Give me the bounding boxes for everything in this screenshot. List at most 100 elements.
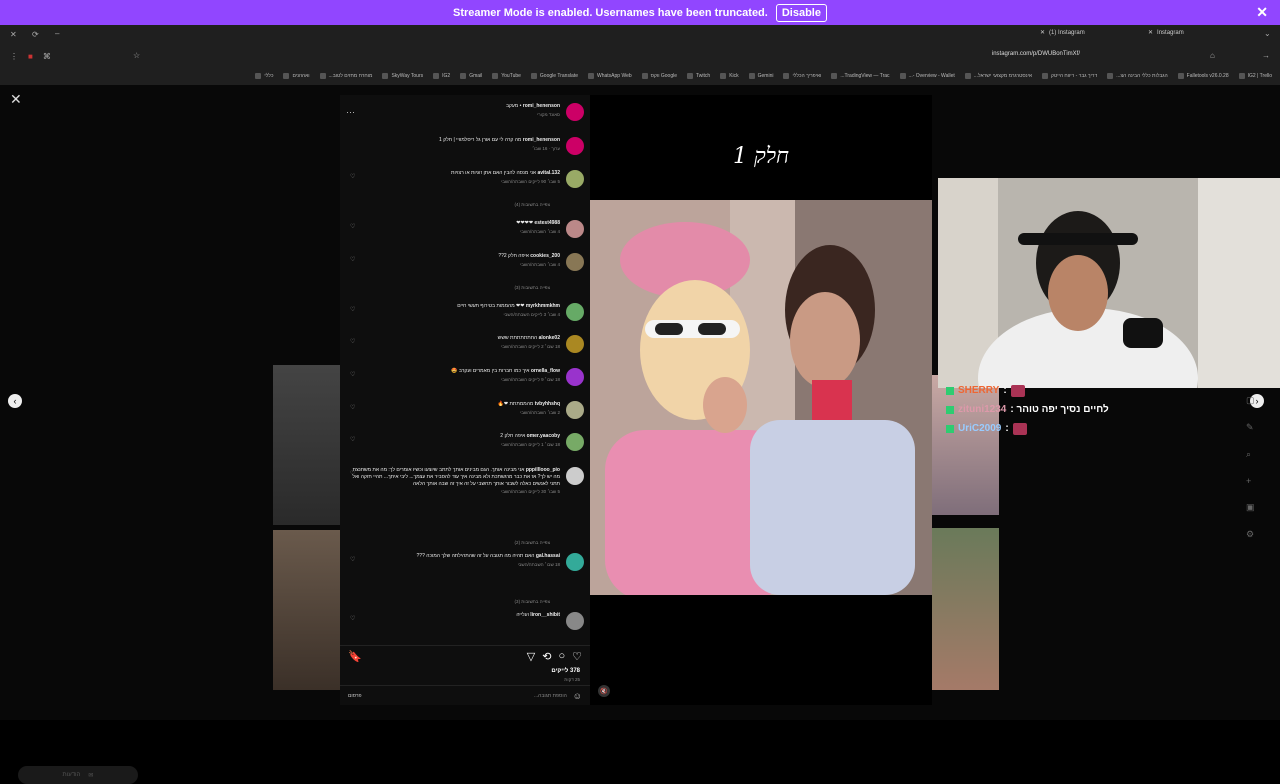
avatar[interactable]: [566, 335, 584, 353]
bookmark-item[interactable]: Gemini: [748, 73, 773, 79]
avatar[interactable]: [566, 368, 584, 386]
comment-username[interactable]: pppilllooo_pio: [526, 467, 560, 473]
comment-meta[interactable]: 18 שבו׳ 1 לייקים השבתה/השבי: [346, 442, 560, 448]
comment-meta[interactable]: 4 שבו׳ השבתה/השבי: [346, 229, 560, 235]
comment-username[interactable]: tvbyhhshq: [535, 401, 560, 407]
comment-username[interactable]: romi_henenson: [523, 137, 560, 143]
bookmark-item[interactable]: ואיפריך הכללי: [783, 73, 821, 79]
comment-meta[interactable]: 18 שבו׳ 9 לייקים השבתה/השבי: [346, 377, 560, 383]
bookmark-item[interactable]: Falletools v26.0.28: [1177, 73, 1229, 79]
reload-icon[interactable]: ⟳: [32, 30, 39, 39]
bookmark-item[interactable]: SkyWay Tours: [382, 73, 423, 79]
camera-icon[interactable]: ▣: [1246, 502, 1255, 513]
comment-username[interactable]: cookies_200: [530, 253, 560, 259]
comment-username[interactable]: omer.yaacoby: [527, 433, 560, 439]
bookmark-item[interactable]: IG2: [433, 73, 450, 79]
heart-icon[interactable]: ♡: [350, 556, 355, 563]
settings-icon[interactable]: ⚙: [1246, 529, 1255, 540]
heart-icon[interactable]: ♡: [350, 615, 355, 622]
bookmark-item[interactable]: Overview - Wallet -...: [899, 73, 955, 79]
back-icon[interactable]: →: [1262, 51, 1270, 60]
comment-username[interactable]: estest4988: [534, 220, 560, 226]
video-frame[interactable]: [590, 200, 932, 595]
bookmark-item[interactable]: אינסטרגרמ מקצועי ישראל...: [964, 73, 1032, 79]
avatar[interactable]: [566, 612, 584, 630]
search-icon[interactable]: ⌕: [1246, 449, 1255, 460]
comment-meta[interactable]: 18 שבו׳ 2 לייקים השבתה/השבי: [346, 344, 560, 350]
tab-close-icon[interactable]: ✕: [1040, 29, 1045, 36]
avatar[interactable]: [566, 170, 584, 188]
bookmark-item[interactable]: ואהוזנים: [283, 73, 310, 79]
avatar[interactable]: [566, 253, 584, 271]
tab-instagram-1[interactable]: ✕ (1) Instagram: [1040, 29, 1085, 37]
close-window-icon[interactable]: ✕: [10, 30, 17, 39]
bookmark-item[interactable]: WhatsApp Web: [588, 73, 632, 79]
likes-count[interactable]: 378 לייקים: [551, 668, 580, 674]
heart-icon[interactable]: ♡: [350, 338, 355, 345]
url-text[interactable]: instagram.com/p/DWUBonTimXf/: [992, 51, 1080, 57]
bookmark-item[interactable]: הגבלות כללי הבינה הצ...: [1107, 73, 1168, 79]
avatar[interactable]: [566, 137, 584, 155]
previous-post-button[interactable]: ‹: [8, 394, 22, 408]
tab-instagram-2[interactable]: ✕ Instagram: [1148, 29, 1184, 37]
comment-meta[interactable]: 4 שבו׳ השבתה/השבי: [346, 262, 560, 268]
avatar[interactable]: [566, 553, 584, 571]
chat-username[interactable]: SHERRY: [958, 385, 999, 396]
bookmark-item[interactable]: IG2 | Trello: [1238, 73, 1272, 79]
disable-streamer-mode-button[interactable]: Disable: [775, 3, 827, 22]
comment-username[interactable]: alonke02: [539, 335, 560, 341]
emoji-icon[interactable]: ☺: [573, 691, 582, 701]
puzzle-icon[interactable]: ⌘: [43, 52, 51, 61]
bookmark-item[interactable]: TradingView — Trac...: [831, 73, 890, 79]
messages-chip[interactable]: הודעות ✉: [18, 766, 138, 784]
tab-close-icon[interactable]: ✕: [1148, 29, 1153, 36]
comment-username[interactable]: gal.hassai: [536, 553, 560, 559]
add-icon[interactable]: +: [1246, 476, 1255, 486]
bookmark-item[interactable]: Google ווקס: [641, 73, 677, 79]
comment-username[interactable]: myrkhmmkhm: [526, 303, 560, 309]
home-icon[interactable]: ⌂: [1210, 51, 1215, 60]
view-replies-link[interactable]: צפייה בתשובות (3): [515, 285, 550, 290]
chat-username[interactable]: UriC2009: [958, 423, 1001, 434]
post-media[interactable]: חלק 1 🔇: [590, 95, 932, 705]
avatar[interactable]: [566, 103, 584, 121]
comment-meta[interactable]: 18 שבו׳ השבתה/השבי: [346, 562, 560, 568]
avatar[interactable]: [566, 401, 584, 419]
comment-meta[interactable]: סאונד מקורי: [346, 112, 560, 118]
bookmark-item[interactable]: דריך גבר - ריווח הייטק: [1042, 73, 1097, 79]
heart-icon[interactable]: ♡: [350, 256, 355, 263]
comment-meta[interactable]: 5 שבו׳ 90 לייקים השבתה/השבי: [346, 179, 560, 185]
close-icon[interactable]: ✕: [1256, 4, 1268, 21]
view-replies-link[interactable]: צפייה בתשובות (3): [515, 599, 550, 604]
comment-meta[interactable]: 4 שבו׳ 3 לייקים השבתה/השבי: [346, 312, 560, 318]
bookmark-icon[interactable]: 🔖: [348, 650, 362, 663]
view-replies-link[interactable]: צפייה בתשובות (2): [515, 540, 550, 545]
comment-username[interactable]: liron__shibit: [530, 612, 560, 618]
bookmark-item[interactable]: Kick: [720, 73, 739, 79]
comment-meta[interactable]: ערוך · 16 שבו׳: [346, 146, 560, 152]
menu-icon[interactable]: ⋮: [10, 52, 18, 61]
bookmark-item[interactable]: Twitch: [687, 73, 710, 79]
comment-username[interactable]: romi_henenson: [523, 103, 560, 109]
gift-icon[interactable]: ▢: [1246, 395, 1255, 406]
heart-icon[interactable]: ♡: [350, 223, 355, 230]
heart-icon[interactable]: ♡: [350, 436, 355, 443]
bookmark-item[interactable]: YouTube: [492, 73, 521, 79]
extension-icon[interactable]: ■: [28, 52, 33, 61]
pin-icon[interactable]: ✎: [1246, 422, 1255, 433]
comment-icon[interactable]: ○: [558, 650, 565, 663]
bookmark-item[interactable]: מוחרח מחזים לטוב...: [319, 73, 372, 79]
heart-icon[interactable]: ♡: [350, 306, 355, 313]
bookmark-item[interactable]: כללי: [255, 73, 273, 79]
avatar[interactable]: [566, 303, 584, 321]
comment-meta[interactable]: 5 שבו׳ 30 לייקים השבתה/השבי: [346, 489, 560, 495]
repost-icon[interactable]: ⟲: [542, 650, 551, 663]
comment-meta[interactable]: 2 שבו׳ השבתה/השבי: [346, 410, 560, 416]
share-icon[interactable]: ▽: [527, 650, 535, 663]
mute-icon[interactable]: 🔇: [598, 685, 610, 697]
heart-icon[interactable]: ♡: [350, 470, 355, 477]
view-replies-link[interactable]: צפייה בתשובות (4): [515, 202, 550, 207]
add-comment-input[interactable]: הוספת תגובה...: [534, 693, 567, 699]
comment-username[interactable]: avital.132: [537, 170, 560, 176]
star-icon[interactable]: ☆: [133, 51, 140, 60]
